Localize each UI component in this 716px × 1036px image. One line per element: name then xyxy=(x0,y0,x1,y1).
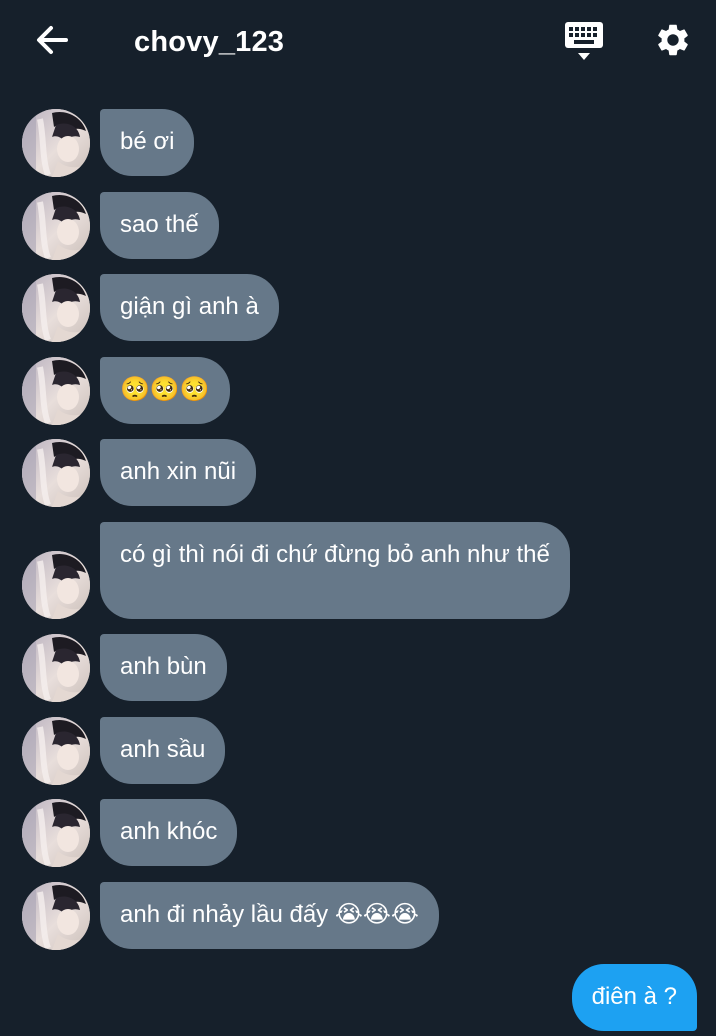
avatar[interactable] xyxy=(22,634,90,702)
avatar[interactable] xyxy=(22,551,90,619)
incoming-message-bubble[interactable]: sao thế xyxy=(100,192,219,259)
arrow-left-icon xyxy=(35,25,69,60)
incoming-message-bubble[interactable]: anh khóc xyxy=(100,799,238,866)
conversation-title: chovy_123 xyxy=(134,26,285,58)
keyboard-icon xyxy=(563,20,605,69)
incoming-message-bubble[interactable]: bé ơi xyxy=(100,109,195,176)
avatar[interactable] xyxy=(22,717,90,785)
gear-icon xyxy=(654,21,692,64)
avatar[interactable] xyxy=(22,109,90,177)
top-bar: chovy_123 xyxy=(0,0,716,84)
avatar[interactable] xyxy=(22,274,90,342)
back-button[interactable] xyxy=(30,22,74,62)
avatar[interactable] xyxy=(22,357,90,425)
keyboard-button[interactable] xyxy=(560,20,608,64)
incoming-message-bubble[interactable]: anh đi nhảy lầu đấy 😭😭😭 xyxy=(100,882,439,949)
incoming-message-bubble[interactable]: giận gì anh à xyxy=(100,274,279,341)
avatar[interactable] xyxy=(22,439,90,507)
outgoing-message-bubble[interactable]: điên à ? xyxy=(571,964,697,1031)
incoming-message-bubble[interactable]: anh bùn xyxy=(100,634,227,701)
incoming-message-bubble[interactable]: 🥺🥺🥺 xyxy=(100,357,230,424)
incoming-message-bubble[interactable]: có gì thì nói đi chứ đừng bỏ anh như thế xyxy=(100,522,570,619)
avatar[interactable] xyxy=(22,799,90,867)
avatar[interactable] xyxy=(22,192,90,260)
avatar[interactable] xyxy=(22,882,90,950)
settings-button[interactable] xyxy=(650,20,696,64)
incoming-message-bubble[interactable]: anh sầu xyxy=(100,717,226,784)
incoming-message-bubble[interactable]: anh xin nũi xyxy=(100,439,257,506)
